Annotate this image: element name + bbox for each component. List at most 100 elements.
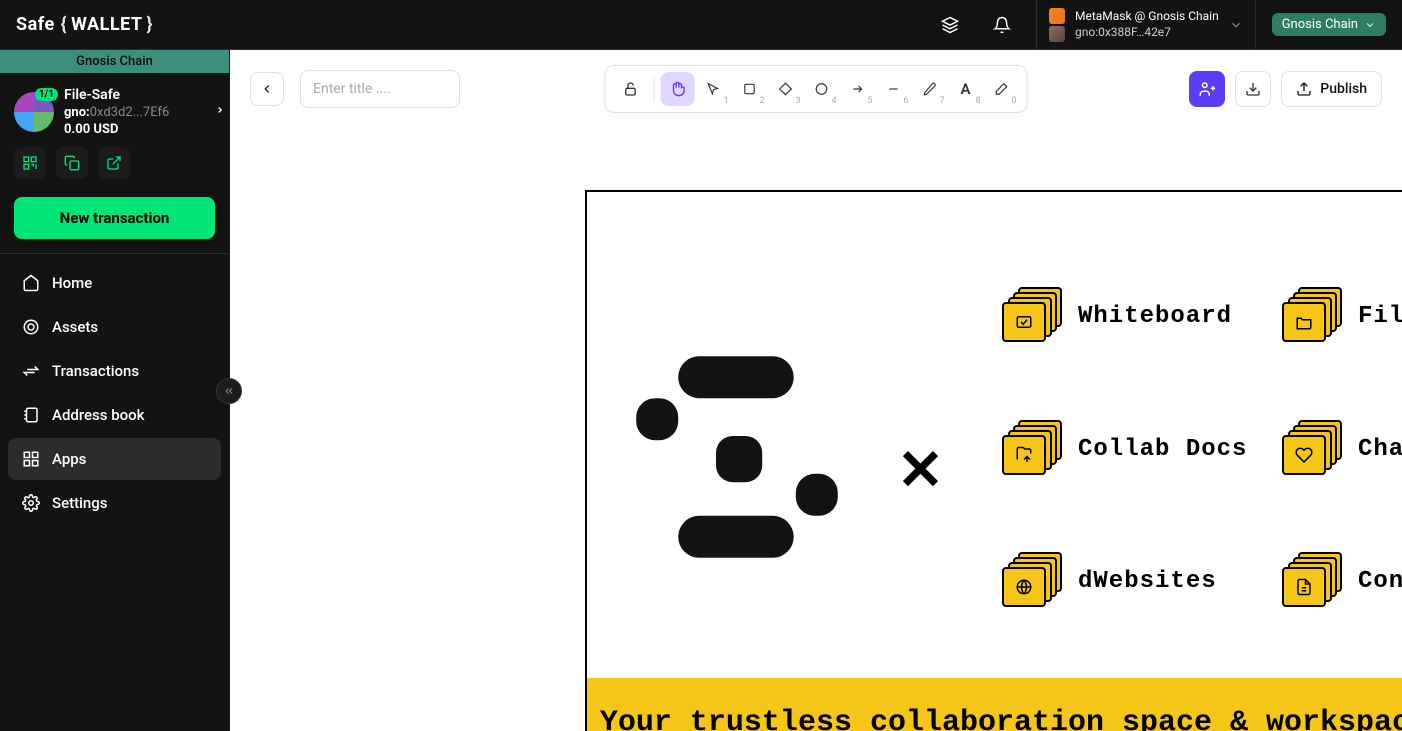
- sidebar-item-label: Transactions: [52, 362, 139, 380]
- account-selector[interactable]: 1/1 File-Safe gno:0xd3d2...7Ef6 0.00 USD: [0, 73, 229, 147]
- chatgroups-folder-icon: [1282, 420, 1342, 478]
- chevron-down-icon: [1229, 18, 1243, 32]
- assets-icon: [22, 318, 40, 336]
- sidebar-item-settings[interactable]: Settings: [8, 482, 221, 524]
- threshold-badge: 1/1: [35, 88, 58, 101]
- pointer-tool[interactable]: 1: [697, 72, 731, 106]
- canvas-inner: ✕ Whiteboard File Storage: [587, 192, 1402, 731]
- eraser-tool[interactable]: 0: [985, 72, 1019, 106]
- x-icon: ✕: [897, 437, 944, 503]
- wallet-text: MetaMask @ Gnosis Chain gno:0x388F…42e7: [1075, 9, 1219, 40]
- sidebar-item-transactions[interactable]: Transactions: [8, 350, 221, 392]
- apps-icon: [22, 450, 40, 468]
- canvas-frame[interactable]: ✕ Whiteboard File Storage: [585, 190, 1402, 731]
- contracts-folder-icon: [1282, 552, 1342, 610]
- feature-label: Collab Docs: [1078, 436, 1247, 463]
- logo-bracket-left: [59, 14, 67, 35]
- text-tool[interactable]: A8: [949, 72, 983, 106]
- collaborate-button[interactable]: [1189, 71, 1225, 107]
- sidebar-item-home[interactable]: Home: [8, 262, 221, 304]
- dwebsites-folder-icon: [1002, 552, 1062, 610]
- wallet-avatars: [1049, 8, 1065, 42]
- feature-filestorage: File Storage: [1282, 287, 1402, 345]
- new-transaction-button[interactable]: New transaction: [14, 197, 215, 239]
- account-chevron[interactable]: [211, 96, 229, 124]
- line-tool[interactable]: 6: [877, 72, 911, 106]
- account-balance: 0.00 USD: [64, 122, 169, 137]
- right-tool-group: Publish: [1189, 71, 1382, 107]
- feature-label: Whiteboard: [1078, 303, 1232, 330]
- feature-contracts: Contracts: [1282, 552, 1402, 610]
- addressbook-icon: [22, 406, 40, 424]
- collabdocs-folder-icon: [1002, 420, 1062, 478]
- rectangle-tool[interactable]: 2: [733, 72, 767, 106]
- account-address: gno:0xd3d2...7Ef6: [64, 105, 169, 120]
- sidebar: Gnosis Chain 1/1 File-Safe gno:0xd3d2...…: [0, 50, 230, 731]
- wallet-connector[interactable]: MetaMask @ Gnosis Chain gno:0x388F…42e7: [1036, 0, 1256, 50]
- transactions-icon: [22, 362, 40, 380]
- external-link-icon[interactable]: [98, 147, 130, 179]
- tool-group: 1 2 3 4 5 6 7 A8 0: [605, 65, 1028, 113]
- home-icon: [22, 274, 40, 292]
- gear-icon: [22, 494, 40, 512]
- chain-badge-label: Gnosis Chain: [1282, 17, 1358, 32]
- sidebar-item-assets[interactable]: Assets: [8, 306, 221, 348]
- banner: Your trustless collaboration space & wor…: [587, 678, 1402, 731]
- metamask-icon: [1049, 8, 1065, 24]
- qr-icon[interactable]: [14, 147, 46, 179]
- copy-icon[interactable]: [56, 147, 88, 179]
- main-content: 1 2 3 4 5 6 7 A8 0 Publish: [230, 50, 1402, 731]
- feature-label: Contracts: [1358, 568, 1402, 595]
- sidebar-item-label: Home: [52, 274, 92, 292]
- bell-icon[interactable]: [984, 7, 1020, 43]
- sidebar-item-label: Settings: [52, 494, 108, 512]
- tool-separator: [654, 77, 655, 101]
- account-avatar: 1/1: [14, 92, 54, 132]
- publish-label: Publish: [1320, 81, 1367, 97]
- sidebar-item-label: Apps: [52, 450, 86, 468]
- pencil-tool[interactable]: 7: [913, 72, 947, 106]
- keystore-icon: [1049, 26, 1065, 42]
- wallet-line2: gno:0x388F…42e7: [1075, 25, 1219, 41]
- logo-text-safe: Safe: [16, 14, 55, 35]
- layers-icon[interactable]: [932, 7, 968, 43]
- feature-label: Chat Groups: [1358, 436, 1402, 463]
- feature-label: File Storage: [1358, 303, 1402, 330]
- whiteboard-toolbar: 1 2 3 4 5 6 7 A8 0 Publish: [230, 70, 1402, 108]
- download-button[interactable]: [1235, 71, 1271, 107]
- fileverse-logo: [632, 352, 842, 566]
- sidebar-nav: Home Assets Transactions Address book Ap…: [0, 254, 229, 532]
- sidebar-item-addressbook[interactable]: Address book: [8, 394, 221, 436]
- sidebar-item-label: Assets: [52, 318, 98, 336]
- sidebar-item-label: Address book: [52, 406, 145, 424]
- app-logo: Safe WALLET: [16, 14, 153, 35]
- account-name: File-Safe: [64, 87, 169, 103]
- header-bar: Safe WALLET MetaMask @ Gnosis Chain gno:…: [0, 0, 1402, 50]
- account-text: File-Safe gno:0xd3d2...7Ef6 0.00 USD: [64, 87, 169, 137]
- hand-tool[interactable]: [661, 72, 695, 106]
- filestorage-folder-icon: [1282, 287, 1342, 345]
- chain-badge[interactable]: Gnosis Chain: [1272, 13, 1386, 36]
- arrow-tool[interactable]: 5: [841, 72, 875, 106]
- ellipse-tool[interactable]: 4: [805, 72, 839, 106]
- banner-text: Your trustless collaboration space & wor…: [600, 706, 1402, 731]
- chevron-down-icon: [1364, 19, 1376, 31]
- feature-chatgroups: Chat Groups: [1282, 420, 1402, 478]
- lock-tool[interactable]: [614, 72, 648, 106]
- sidebar-item-apps[interactable]: Apps: [8, 438, 221, 480]
- chain-strip: Gnosis Chain: [0, 50, 229, 73]
- back-button[interactable]: [250, 72, 284, 106]
- title-input[interactable]: [300, 70, 460, 108]
- wallet-line1: MetaMask @ Gnosis Chain: [1075, 9, 1219, 25]
- header-right: MetaMask @ Gnosis Chain gno:0x388F…42e7 …: [932, 0, 1386, 50]
- feature-dwebsites: dWebsites: [1002, 552, 1217, 610]
- feature-collabdocs: Collab Docs: [1002, 420, 1247, 478]
- sidebar-quick-actions: [0, 147, 229, 193]
- feature-label: dWebsites: [1078, 568, 1217, 595]
- whiteboard-folder-icon: [1002, 287, 1062, 345]
- logo-bracket-right: [147, 14, 153, 35]
- feature-whiteboard: Whiteboard: [1002, 287, 1232, 345]
- publish-button[interactable]: Publish: [1281, 71, 1382, 107]
- diamond-tool[interactable]: 3: [769, 72, 803, 106]
- collapse-sidebar-button[interactable]: [216, 378, 242, 404]
